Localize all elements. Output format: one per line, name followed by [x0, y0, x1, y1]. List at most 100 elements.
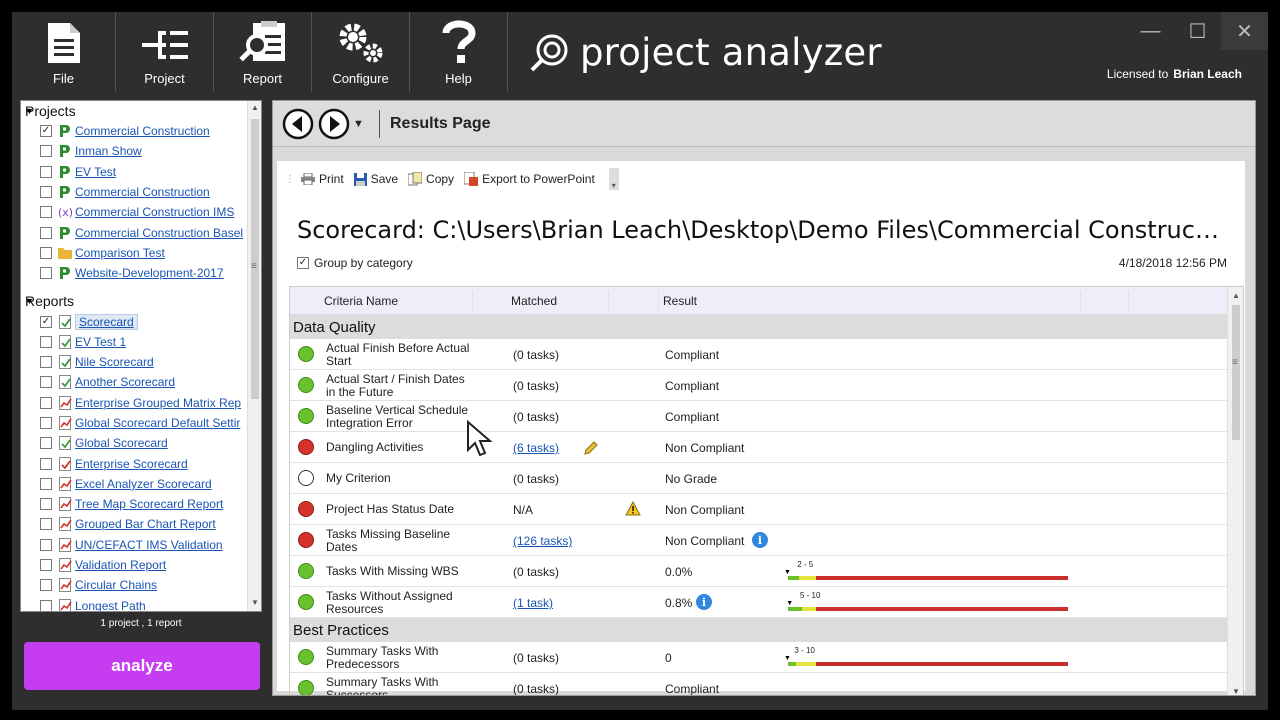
- item-link[interactable]: UN/CEFACT IMS Validation: [75, 538, 223, 552]
- reports-item[interactable]: Enterprise Scorecard: [21, 453, 261, 473]
- configure-button[interactable]: Configure: [312, 12, 410, 92]
- minimize-button[interactable]: —: [1127, 12, 1174, 50]
- table-row[interactable]: Tasks Missing Baseline Dates (126 tasks) N…: [290, 525, 1243, 556]
- item-link[interactable]: Nile Scorecard: [75, 355, 154, 369]
- item-link[interactable]: Tree Map Scorecard Report: [75, 497, 223, 511]
- item-checkbox[interactable]: [40, 477, 52, 490]
- item-link[interactable]: Longest Path: [75, 599, 146, 611]
- item-checkbox[interactable]: [40, 206, 52, 219]
- close-button[interactable]: ✕: [1221, 12, 1268, 50]
- group-by-category[interactable]: ✓ Group by category: [297, 256, 413, 270]
- item-link[interactable]: Scorecard: [75, 313, 138, 330]
- item-checkbox[interactable]: [40, 518, 52, 531]
- item-link[interactable]: Enterprise Grouped Matrix Rep: [75, 396, 241, 410]
- item-checkbox[interactable]: [40, 356, 52, 369]
- projects-section-header[interactable]: ▼ Projects: [21, 101, 261, 121]
- info-icon[interactable]: i: [696, 594, 712, 610]
- item-checkbox[interactable]: [40, 457, 52, 470]
- projects-item[interactable]: Inman Show: [21, 141, 261, 161]
- reports-item[interactable]: Global Scorecard Default Settir: [21, 413, 261, 433]
- maximize-button[interactable]: ☐: [1174, 12, 1221, 50]
- scroll-up-icon[interactable]: ▲: [1232, 291, 1240, 300]
- table-row[interactable]: Dangling Activities (6 tasks) Non Complian…: [290, 432, 1243, 463]
- item-link[interactable]: Commercial Construction Basel: [75, 226, 243, 240]
- item-checkbox[interactable]: [40, 417, 52, 429]
- matched-count[interactable]: (6 tasks): [513, 441, 559, 455]
- table-row[interactable]: Summary Tasks With Successors (0 tasks) Co…: [290, 673, 1243, 695]
- scroll-up-icon[interactable]: ▲: [251, 103, 259, 112]
- table-row[interactable]: My Criterion (0 tasks) No Grade: [290, 463, 1243, 494]
- item-link[interactable]: Validation Report: [75, 558, 166, 572]
- item-link[interactable]: Enterprise Scorecard: [75, 457, 188, 471]
- item-checkbox[interactable]: [40, 267, 52, 280]
- pencil-icon[interactable]: [583, 440, 599, 456]
- matched-count[interactable]: (1 task): [513, 596, 553, 610]
- item-checkbox[interactable]: [40, 559, 52, 572]
- result-column-header[interactable]: Result: [663, 294, 697, 308]
- item-checkbox[interactable]: [40, 335, 52, 348]
- table-row[interactable]: Tasks With Missing WBS (0 tasks) 0.0% 2 - 5…: [290, 556, 1243, 587]
- item-checkbox[interactable]: [40, 226, 52, 239]
- analyze-button[interactable]: analyze: [24, 642, 260, 690]
- history-dropdown-icon[interactable]: ▼: [353, 118, 369, 130]
- table-row[interactable]: Summary Tasks With Predecessors (0 tasks)…: [290, 642, 1243, 673]
- item-link[interactable]: Comparison Test: [75, 246, 165, 260]
- help-button[interactable]: Help: [410, 12, 508, 92]
- matched-column-header[interactable]: Matched: [511, 294, 557, 308]
- reports-item[interactable]: Enterprise Grouped Matrix Rep: [21, 393, 261, 413]
- table-row[interactable]: Project Has Status Date N/A Non Compliant: [290, 494, 1243, 525]
- item-checkbox[interactable]: [40, 599, 52, 611]
- matched-count[interactable]: (126 tasks): [513, 534, 572, 548]
- reports-item[interactable]: Longest Path: [21, 596, 261, 611]
- item-link[interactable]: EV Test: [75, 165, 116, 179]
- reports-item[interactable]: Circular Chains: [21, 575, 261, 595]
- criteria-column-header[interactable]: Criteria Name: [324, 294, 398, 308]
- item-checkbox[interactable]: [40, 579, 52, 592]
- item-link[interactable]: EV Test 1: [75, 335, 126, 349]
- reports-item[interactable]: Tree Map Scorecard Report: [21, 494, 261, 514]
- forward-button[interactable]: [317, 107, 351, 141]
- item-checkbox[interactable]: [40, 165, 52, 178]
- export-powerpoint-button[interactable]: Export to PowerPoint: [464, 172, 595, 186]
- print-button[interactable]: Print: [301, 172, 344, 186]
- item-link[interactable]: Inman Show: [75, 144, 142, 158]
- reports-item[interactable]: Excel Analyzer Scorecard: [21, 474, 261, 494]
- projects-item[interactable]: Website-Development-2017: [21, 263, 261, 283]
- item-link[interactable]: Global Scorecard Default Settir: [75, 416, 240, 430]
- reports-item[interactable]: Validation Report: [21, 555, 261, 575]
- item-checkbox[interactable]: [40, 376, 52, 389]
- category-header[interactable]: Best Practices: [290, 618, 1243, 642]
- projects-item[interactable]: Commercial Construction: [21, 182, 261, 202]
- copy-button[interactable]: Copy: [408, 172, 454, 186]
- item-checkbox[interactable]: [40, 186, 52, 199]
- item-link[interactable]: Another Scorecard: [75, 375, 175, 389]
- projects-item[interactable]: Commercial Construction Basel: [21, 222, 261, 242]
- reports-item[interactable]: Grouped Bar Chart Report: [21, 514, 261, 534]
- projects-item[interactable]: EV Test: [21, 162, 261, 182]
- reports-item[interactable]: Another Scorecard: [21, 372, 261, 392]
- item-link[interactable]: Commercial Construction: [75, 124, 210, 138]
- item-link[interactable]: Global Scorecard: [75, 436, 168, 450]
- report-button[interactable]: Report: [214, 12, 312, 92]
- item-checkbox[interactable]: [40, 498, 52, 511]
- grid-scrollbar[interactable]: ▲ ≡ ▼: [1227, 287, 1243, 695]
- group-by-checkbox[interactable]: ✓: [297, 257, 309, 269]
- item-link[interactable]: Commercial Construction: [75, 185, 210, 199]
- table-row[interactable]: Actual Start / Finish Dates in the Futur…: [290, 370, 1243, 401]
- scroll-down-icon[interactable]: ▼: [1232, 687, 1240, 695]
- project-button[interactable]: Project: [116, 12, 214, 92]
- item-link[interactable]: Excel Analyzer Scorecard: [75, 477, 212, 491]
- reports-item[interactable]: Global Scorecard: [21, 433, 261, 453]
- table-row[interactable]: Tasks Without Assigned Resources (1 task)…: [290, 587, 1243, 618]
- reports-item[interactable]: EV Test 1: [21, 332, 261, 352]
- item-checkbox[interactable]: ✓: [40, 315, 52, 328]
- file-button[interactable]: File: [12, 12, 116, 92]
- left-panel-scrollbar[interactable]: ▲ ≡ ▼: [247, 101, 261, 611]
- item-link[interactable]: Circular Chains: [75, 578, 157, 592]
- save-button[interactable]: Save: [353, 172, 398, 186]
- back-button[interactable]: [281, 107, 315, 141]
- projects-item[interactable]: (x) Commercial Construction IMS: [21, 202, 261, 222]
- scrollbar-thumb[interactable]: [251, 119, 259, 399]
- projects-item[interactable]: Comparison Test: [21, 243, 261, 263]
- reports-item[interactable]: UN/CEFACT IMS Validation: [21, 535, 261, 555]
